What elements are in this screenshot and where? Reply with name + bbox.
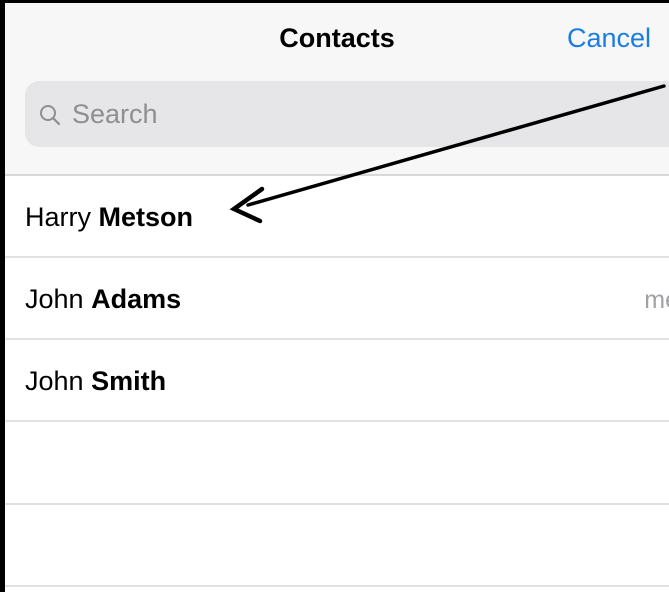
- cancel-button[interactable]: Cancel: [567, 23, 651, 54]
- contact-row-john-adams[interactable]: John Adams me: [5, 258, 669, 338]
- contact-name: Harry Metson: [25, 202, 193, 233]
- contact-last-name: Metson: [98, 202, 194, 232]
- empty-row: [5, 505, 669, 585]
- search-input[interactable]: [70, 95, 634, 133]
- navigation-header: Contacts Cancel: [5, 3, 669, 176]
- contact-name: John Smith: [25, 366, 166, 397]
- search-icon: [40, 105, 61, 126]
- contact-first-name: Harry: [25, 202, 91, 232]
- row-divider: [5, 585, 669, 587]
- contact-row-john-smith[interactable]: John Smith: [5, 340, 669, 420]
- search-bar[interactable]: [25, 81, 669, 147]
- contact-last-name: Smith: [91, 366, 167, 396]
- contact-name: John Adams: [25, 284, 181, 315]
- contact-first-name: John: [25, 366, 84, 396]
- contact-me-label: me: [644, 286, 669, 314]
- contact-last-name: Adams: [91, 284, 182, 314]
- empty-row: [5, 422, 669, 502]
- contact-row-harry-metson[interactable]: Harry Metson: [5, 176, 669, 256]
- contact-first-name: John: [25, 284, 84, 314]
